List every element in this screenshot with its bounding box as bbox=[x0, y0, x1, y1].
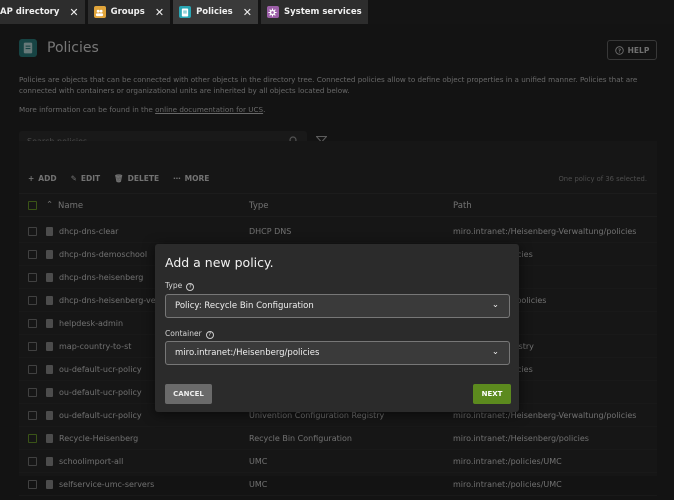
cancel-button[interactable]: CANCEL bbox=[165, 384, 212, 404]
policies-icon bbox=[179, 6, 192, 18]
close-icon[interactable]: ✕ bbox=[155, 6, 164, 19]
tab-bar: AP directory ✕ Groups ✕ Policies ✕ Syste… bbox=[0, 0, 674, 24]
next-button[interactable]: NEXT bbox=[473, 384, 511, 404]
close-icon[interactable]: ✕ bbox=[243, 6, 252, 19]
add-policy-dialog: Add a new policy. Type? Policy: Recycle … bbox=[155, 244, 519, 412]
type-select[interactable]: Policy: Recycle Bin Configuration ⌄ bbox=[165, 294, 510, 318]
chevron-down-icon: ⌄ bbox=[491, 300, 499, 310]
container-label: Container? bbox=[165, 329, 214, 339]
tab-label: System services bbox=[283, 7, 362, 17]
help-icon[interactable]: ? bbox=[205, 331, 214, 339]
type-label-text: Type bbox=[165, 281, 183, 290]
container-select-value: miro.intranet:/Heisenberg/policies bbox=[175, 348, 320, 358]
groups-icon bbox=[93, 6, 106, 18]
close-icon[interactable]: ✕ bbox=[69, 6, 78, 19]
system-services-icon bbox=[266, 6, 279, 18]
tab-policies[interactable]: Policies ✕ bbox=[173, 0, 258, 24]
tab-label: Groups bbox=[110, 7, 145, 17]
tab-system-services[interactable]: System services bbox=[260, 0, 368, 24]
tab-ap-directory[interactable]: AP directory ✕ bbox=[0, 0, 85, 24]
help-icon[interactable]: ? bbox=[186, 283, 195, 291]
type-select-value: Policy: Recycle Bin Configuration bbox=[175, 301, 314, 311]
tab-label: AP directory bbox=[0, 7, 60, 17]
type-label: Type? bbox=[165, 281, 195, 291]
tab-label: Policies bbox=[196, 7, 233, 17]
container-label-text: Container bbox=[165, 329, 202, 338]
chevron-down-icon: ⌄ bbox=[491, 347, 499, 357]
dialog-title: Add a new policy. bbox=[165, 255, 274, 270]
tab-groups[interactable]: Groups ✕ bbox=[87, 0, 171, 24]
container-select[interactable]: miro.intranet:/Heisenberg/policies ⌄ bbox=[165, 341, 510, 365]
